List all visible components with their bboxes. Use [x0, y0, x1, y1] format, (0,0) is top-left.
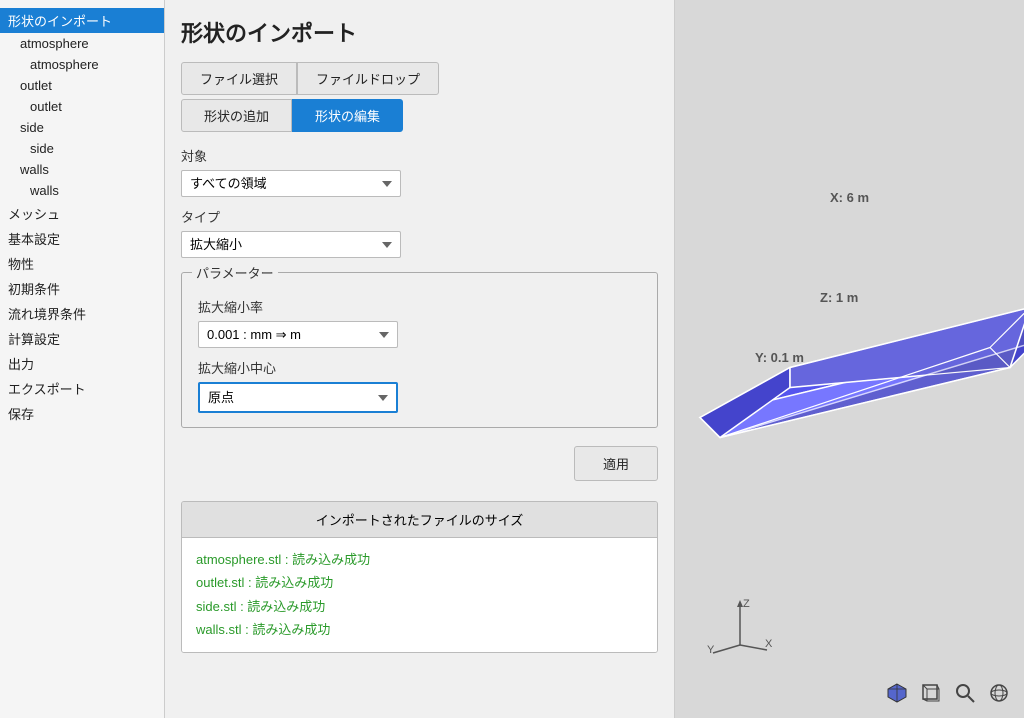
sidebar-item-walls2[interactable]: walls [0, 180, 164, 201]
axes-indicator: Z Y X [705, 595, 775, 658]
sidebar-item-calc[interactable]: 計算設定 [0, 326, 164, 351]
dim-y-label: Y: 0.1 m [755, 350, 804, 365]
scale-label: 拡大縮小率 [198, 297, 641, 316]
file-size-section: インポートされたファイルのサイズ atmosphere.stl : 読み込み成功… [181, 501, 658, 653]
apply-button[interactable]: 適用 [574, 446, 658, 481]
sidebar-item-side1[interactable]: side [0, 117, 164, 138]
tab-shape-add[interactable]: 形状の追加 [181, 99, 292, 132]
sidebar-item-side2[interactable]: side [0, 138, 164, 159]
sidebar-item-export[interactable]: エクスポート [0, 376, 164, 401]
file-entry: atmosphere.stl : 読み込み成功 [196, 548, 643, 571]
file-tab-row: ファイル選択 ファイルドロップ [181, 62, 658, 95]
type-select[interactable]: 拡大縮小移動回転 [181, 231, 401, 258]
center-label: 拡大縮小中心 [198, 358, 641, 377]
params-group: パラメーター 拡大縮小率 0.001 : mm ⇒ m1.0 : m ⇒ m 拡… [181, 272, 658, 428]
file-size-title: インポートされたファイルのサイズ [182, 502, 657, 538]
sidebar-item-initial[interactable]: 初期条件 [0, 276, 164, 301]
file-entry: side.stl : 読み込み成功 [196, 595, 643, 618]
form-panel: 形状のインポート ファイル選択 ファイルドロップ 形状の追加 形状の編集 対象 … [165, 0, 675, 718]
viewport: X: 6 m Y: 0.1 m Z: 1 m Z Y X [675, 0, 1024, 718]
sidebar-item-walls1[interactable]: walls [0, 159, 164, 180]
center-select[interactable]: 原点重心 [198, 382, 398, 413]
sphere-tool-button[interactable] [984, 678, 1014, 708]
sidebar-item-shape-import[interactable]: 形状のインポート [0, 8, 164, 33]
tab-file-drop[interactable]: ファイルドロップ [297, 62, 439, 95]
tab-file-select[interactable]: ファイル選択 [181, 62, 297, 95]
sidebar-item-mesh[interactable]: メッシュ [0, 201, 164, 226]
target-label: 対象 [181, 146, 658, 165]
sidebar-item-atmosphere1[interactable]: atmosphere [0, 33, 164, 54]
sidebar-item-outlet1[interactable]: outlet [0, 75, 164, 96]
axes-svg: Z Y X [705, 595, 775, 655]
sidebar: 形状のインポートatmosphereatmosphereoutletoutlet… [0, 0, 165, 718]
file-entry: outlet.stl : 読み込み成功 [196, 571, 643, 594]
3d-shape [675, 208, 1024, 511]
sidebar-item-atmosphere2[interactable]: atmosphere [0, 54, 164, 75]
search-tool-button[interactable] [950, 678, 980, 708]
section-tab-row: 形状の追加 形状の編集 [181, 99, 658, 132]
dim-z-label: Z: 1 m [820, 290, 858, 305]
y-axis-label: Y [707, 644, 715, 655]
file-entry: walls.stl : 読み込み成功 [196, 618, 643, 641]
sidebar-item-physics[interactable]: 物性 [0, 251, 164, 276]
panel-title: 形状のインポート [181, 16, 658, 48]
z-axis-label: Z [743, 598, 750, 610]
dim-x-label: X: 6 m [830, 190, 869, 205]
shape-svg [675, 208, 1024, 508]
sidebar-item-outlet2[interactable]: outlet [0, 96, 164, 117]
tab-shape-edit[interactable]: 形状の編集 [292, 99, 403, 132]
sidebar-item-boundary[interactable]: 流れ境界条件 [0, 301, 164, 326]
target-select[interactable]: すべての領域選択領域 [181, 170, 401, 197]
sidebar-item-basic[interactable]: 基本設定 [0, 226, 164, 251]
params-legend: パラメーター [192, 263, 278, 282]
sidebar-item-output[interactable]: 出力 [0, 351, 164, 376]
x-axis-label: X [765, 638, 773, 650]
scale-select[interactable]: 0.001 : mm ⇒ m1.0 : m ⇒ m [198, 321, 398, 348]
viewport-toolbar [882, 678, 1014, 708]
sidebar-item-save[interactable]: 保存 [0, 401, 164, 426]
box-tool-button[interactable] [916, 678, 946, 708]
main-area: 形状のインポート ファイル選択 ファイルドロップ 形状の追加 形状の編集 対象 … [165, 0, 1024, 718]
file-size-content: atmosphere.stl : 読み込み成功outlet.stl : 読み込み… [182, 538, 657, 652]
type-label: タイプ [181, 207, 658, 226]
cube-tool-button[interactable] [882, 678, 912, 708]
